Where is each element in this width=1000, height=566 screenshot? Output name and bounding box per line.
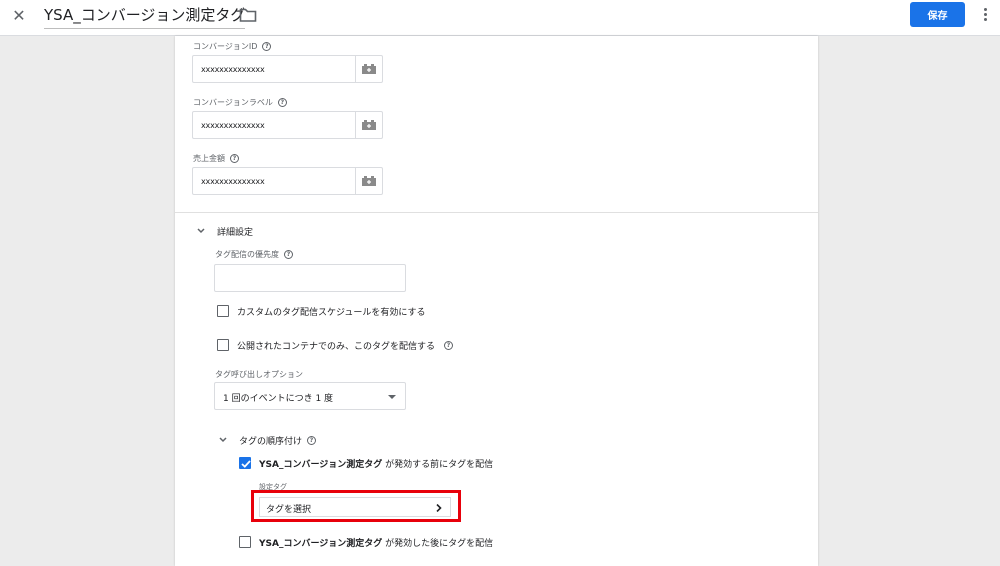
cleanup-tag-suffix: が発効した後にタグを配信 <box>382 539 494 549</box>
field-label: コンバージョンラベル <box>193 98 273 107</box>
field-value: xxxxxxxxxxxxxx <box>201 121 265 130</box>
revenue-label: 売上金額 ? <box>193 153 239 164</box>
custom-schedule-label: カスタムのタグ配信スケジュールを有効にする <box>237 308 426 318</box>
field-label: コンバージョンID <box>193 42 258 51</box>
firing-option-select[interactable]: 1 回のイベントにつき 1 度 <box>214 382 406 410</box>
field-separator <box>355 168 356 194</box>
save-button[interactable]: 保存 <box>910 2 965 27</box>
close-icon[interactable]: ✕ <box>10 7 28 25</box>
setup-tag-suffix: が発効する前にタグを配信 <box>382 460 494 470</box>
field-label: タグ配信の優先度 <box>215 250 279 259</box>
published-only-label: 公開されたコンテナでのみ、このタグを配信する <box>237 342 436 352</box>
field-value: xxxxxxxxxxxxxx <box>201 65 265 74</box>
custom-schedule-checkbox[interactable] <box>217 305 229 317</box>
conversion-id-label: コンバージョンID ? <box>193 41 272 52</box>
select-tag-button[interactable]: タグを選択 <box>259 497 451 517</box>
help-icon[interactable]: ? <box>444 341 454 350</box>
cleanup-tag-row: YSA_コンバージョン測定タグ が発効した後にタグを配信 <box>259 536 493 549</box>
setup-tag-row: YSA_コンバージョン測定タグ が発効する前にタグを配信 <box>259 457 493 470</box>
tag-configuration-panel: コンバージョンID ? xxxxxxxxxxxxxx コンバージョンラベル ? … <box>175 36 818 566</box>
cleanup-tag-name: YSA_コンバージョン測定タグ <box>259 539 383 549</box>
tag-title[interactable]: YSA_コンバージョン測定タグ <box>44 4 246 29</box>
field-separator <box>355 56 356 82</box>
conversion-label-label: コンバージョンラベル ? <box>193 97 287 108</box>
setup-tag-name: YSA_コンバージョン測定タグ <box>259 460 383 470</box>
help-icon[interactable]: ? <box>284 250 293 259</box>
help-icon[interactable]: ? <box>230 154 239 163</box>
chevron-down-icon[interactable] <box>196 227 206 235</box>
select-tag-label: タグを選択 <box>266 505 312 515</box>
chevron-right-icon <box>436 504 442 512</box>
more-vert-icon[interactable] <box>980 7 990 23</box>
firing-option-label: タグ呼び出しオプション <box>215 370 303 379</box>
help-icon[interactable]: ? <box>277 98 287 107</box>
advanced-settings-toggle[interactable]: 詳細設定 <box>217 225 253 238</box>
field-label: 売上金額 <box>193 154 225 163</box>
conversion-label-field[interactable]: xxxxxxxxxxxxxx <box>192 111 383 139</box>
field-separator <box>355 112 356 138</box>
setup-tag-checkbox[interactable] <box>239 457 251 469</box>
cleanup-tag-checkbox[interactable] <box>239 536 251 548</box>
folder-icon[interactable] <box>239 7 257 23</box>
section-divider <box>175 212 818 213</box>
tag-priority-input[interactable] <box>214 264 406 292</box>
help-icon[interactable]: ? <box>307 436 317 445</box>
variable-brick-icon[interactable] <box>361 175 377 187</box>
revenue-field[interactable]: xxxxxxxxxxxxxx <box>192 167 383 195</box>
conversion-id-field[interactable]: xxxxxxxxxxxxxx <box>192 55 383 83</box>
tag-sequencing-title: タグの順序付け <box>239 437 303 447</box>
published-only-row: 公開されたコンテナでのみ、このタグを配信する ? <box>237 339 454 352</box>
editor-header: ✕ YSA_コンバージョン測定タグ 保存 <box>0 0 1000 36</box>
tag-sequencing-toggle[interactable]: タグの順序付け ? <box>239 434 317 447</box>
chevron-down-icon[interactable] <box>218 436 228 444</box>
firing-option-value: 1 回のイベントにつき 1 度 <box>223 394 334 404</box>
field-value: xxxxxxxxxxxxxx <box>201 177 265 186</box>
check-icon <box>241 460 251 468</box>
help-icon[interactable]: ? <box>262 42 272 51</box>
variable-brick-icon[interactable] <box>361 63 377 75</box>
tag-priority-label: タグ配信の優先度 ? <box>215 249 293 260</box>
variable-brick-icon[interactable] <box>361 119 377 131</box>
dropdown-caret-icon <box>388 395 396 399</box>
published-only-checkbox[interactable] <box>217 339 229 351</box>
